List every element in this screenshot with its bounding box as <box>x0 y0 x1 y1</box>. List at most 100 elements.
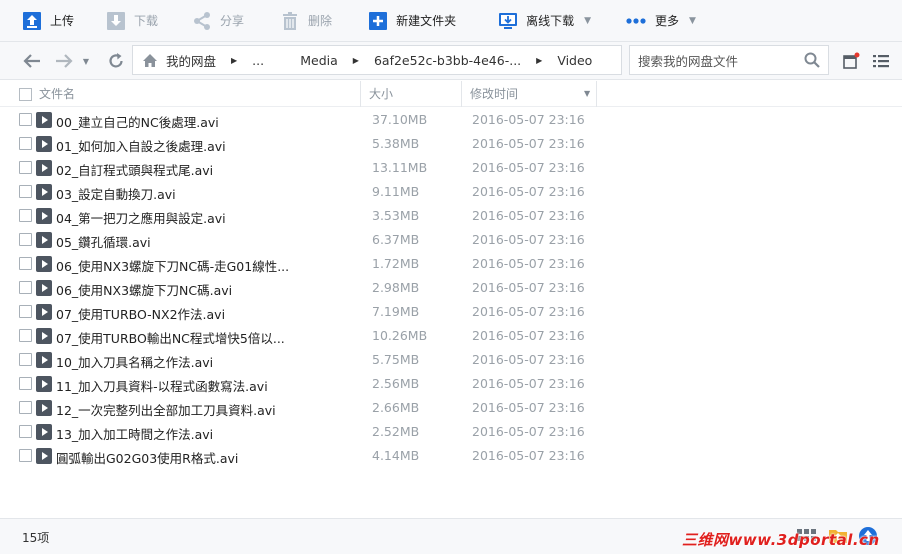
share-button[interactable]: 分享 <box>170 0 256 42</box>
row-checkbox[interactable] <box>19 257 32 270</box>
file-row[interactable]: 06_使用NX3螺旋下刀NC碼.avi 2.98MB 2016-05-07 23:1… <box>0 276 902 300</box>
file-size: 37.10MB <box>372 112 428 127</box>
file-size: 9.11MB <box>372 184 420 199</box>
file-modified-time: 2016-05-07 23:16 <box>472 136 585 151</box>
breadcrumb-item-my-drive[interactable]: 我的网盘 <box>161 51 221 70</box>
column-divider <box>461 81 462 107</box>
file-row[interactable]: 11_加入刀具資料-以程式函數寫法.avi 2.56MB 2016-05-07 23… <box>0 372 902 396</box>
video-file-icon <box>36 184 52 200</box>
column-header-size[interactable]: 大小 <box>369 81 393 107</box>
file-row[interactable]: 07_使用TURBO-NX2作法.avi 7.19MB 2016-05-07 23:… <box>0 300 902 324</box>
file-row[interactable]: 06_使用NX3螺旋下刀NC碼-走G01線性... 1.72MB 2016-05-0… <box>0 252 902 276</box>
column-divider <box>360 81 361 107</box>
column-header-name[interactable]: 文件名 <box>39 81 75 107</box>
file-name[interactable]: 11_加入刀具資料-以程式函數寫法.avi <box>56 376 268 395</box>
download-label: 下载 <box>134 14 159 28</box>
file-name[interactable]: 07_使用TURBO輸出NC程式增快5倍以... <box>56 328 285 347</box>
file-size: 1.72MB <box>372 256 420 271</box>
new-folder-label: 新建文件夹 <box>396 14 457 28</box>
file-name[interactable]: 01_如何加入自設之後處理.avi <box>56 136 226 155</box>
file-row[interactable]: 12_一次完整列出全部加工刀具資料.avi 2.66MB 2016-05-07 23… <box>0 396 902 420</box>
row-checkbox[interactable] <box>19 425 32 438</box>
file-name[interactable]: 06_使用NX3螺旋下刀NC碼-走G01線性... <box>56 256 289 275</box>
video-file-icon <box>36 376 52 392</box>
file-name[interactable]: 02_自訂程式頭與程式尾.avi <box>56 160 213 179</box>
row-checkbox[interactable] <box>19 113 32 126</box>
new-folder-icon <box>368 11 388 31</box>
delete-button[interactable]: 删除 <box>256 0 344 42</box>
column-header-modified[interactable]: 修改时间 <box>470 81 518 107</box>
video-file-icon <box>36 352 52 368</box>
breadcrumb-item-ellipsis[interactable]: ... <box>247 53 269 68</box>
select-all-checkbox[interactable] <box>19 88 32 101</box>
file-size: 3.53MB <box>372 208 420 223</box>
refresh-icon[interactable] <box>106 51 126 71</box>
file-modified-time: 2016-05-07 23:16 <box>472 256 585 271</box>
row-checkbox[interactable] <box>19 281 32 294</box>
file-row[interactable]: 10_加入刀具名稱之作法.avi 5.75MB 2016-05-07 23:16 <box>0 348 902 372</box>
row-checkbox[interactable] <box>19 233 32 246</box>
file-list-header: 文件名 大小 修改时间 ▼ <box>0 81 902 107</box>
offline-download-label: 离线下载 <box>526 14 575 28</box>
row-checkbox[interactable] <box>19 185 32 198</box>
video-file-icon <box>36 424 52 440</box>
file-name[interactable]: 03_設定自動換刀.avi <box>56 184 176 203</box>
row-checkbox[interactable] <box>19 329 32 342</box>
file-row[interactable]: 07_使用TURBO輸出NC程式增快5倍以... 10.26MB 2016-05-0… <box>0 324 902 348</box>
file-name[interactable]: 00_建立自己的NC後處理.avi <box>56 112 219 131</box>
more-icon <box>625 11 647 31</box>
file-name[interactable]: 06_使用NX3螺旋下刀NC碼.avi <box>56 280 232 299</box>
row-checkbox[interactable] <box>19 353 32 366</box>
file-row[interactable]: 05_鑽孔循環.avi 6.37MB 2016-05-07 23:16 <box>0 228 902 252</box>
more-button[interactable]: 更多 ▼ <box>603 0 708 42</box>
row-checkbox[interactable] <box>19 377 32 390</box>
file-name[interactable]: 12_一次完整列出全部加工刀具資料.avi <box>56 400 276 419</box>
list-view-icon[interactable] <box>872 51 890 71</box>
row-checkbox[interactable] <box>19 137 32 150</box>
file-row[interactable]: 04_第一把刀之應用與設定.avi 3.53MB 2016-05-07 23:16 <box>0 204 902 228</box>
file-modified-time: 2016-05-07 23:16 <box>472 352 585 367</box>
file-modified-time: 2016-05-07 23:16 <box>472 280 585 295</box>
row-checkbox[interactable] <box>19 305 32 318</box>
row-checkbox[interactable] <box>19 209 32 222</box>
video-file-icon <box>36 400 52 416</box>
breadcrumb-separator-icon: ▶ <box>231 55 238 65</box>
offline-download-button[interactable]: 离线下载 ▼ <box>468 0 603 42</box>
file-name[interactable]: 圓弧輸出G02G03使用R格式.avi <box>56 448 238 467</box>
file-row[interactable]: 03_設定自動換刀.avi 9.11MB 2016-05-07 23:16 <box>0 180 902 204</box>
home-icon[interactable] <box>139 53 161 68</box>
breadcrumb-item-video[interactable]: Video <box>552 53 597 68</box>
search-input[interactable]: 搜索我的网盘文件 <box>629 45 829 75</box>
breadcrumb-item-guid-folder[interactable]: 6af2e52c-b3bb-4e46-... <box>369 53 526 68</box>
download-button[interactable]: 下载 <box>86 0 170 42</box>
file-name[interactable]: 10_加入刀具名稱之作法.avi <box>56 352 213 371</box>
row-checkbox[interactable] <box>19 449 32 462</box>
column-divider <box>596 81 597 107</box>
file-name[interactable]: 04_第一把刀之應用與設定.avi <box>56 208 226 227</box>
new-folder-button[interactable]: 新建文件夹 <box>344 0 468 42</box>
row-checkbox[interactable] <box>19 401 32 414</box>
row-checkbox[interactable] <box>19 161 32 174</box>
upload-button[interactable]: 上传 <box>0 0 86 42</box>
back-icon[interactable] <box>22 51 42 71</box>
share-label: 分享 <box>220 14 245 28</box>
sort-dropdown-icon[interactable]: ▼ <box>584 81 590 107</box>
view-toggle-icon[interactable] <box>842 51 860 71</box>
video-file-icon <box>36 160 52 176</box>
file-row[interactable]: 圓弧輸出G02G03使用R格式.avi 4.14MB 2016-05-07 23:1… <box>0 444 902 468</box>
file-name[interactable]: 13_加入加工時間之作法.avi <box>56 424 213 443</box>
video-file-icon <box>36 448 52 464</box>
file-row[interactable]: 01_如何加入自設之後處理.avi 5.38MB 2016-05-07 23:16 <box>0 132 902 156</box>
file-row[interactable]: 02_自訂程式頭與程式尾.avi 13.11MB 2016-05-07 23:16 <box>0 156 902 180</box>
file-name[interactable]: 05_鑽孔循環.avi <box>56 232 151 251</box>
file-modified-time: 2016-05-07 23:16 <box>472 160 585 175</box>
chevron-down-icon: ▼ <box>584 15 592 26</box>
upload-icon <box>22 11 42 31</box>
breadcrumb-item-media[interactable]: Media <box>295 53 343 68</box>
history-dropdown-icon[interactable]: ▼ <box>80 51 92 71</box>
file-row[interactable]: 13_加入加工時間之作法.avi 2.52MB 2016-05-07 23:16 <box>0 420 902 444</box>
search-icon[interactable] <box>804 52 820 71</box>
forward-icon[interactable] <box>54 51 74 71</box>
file-name[interactable]: 07_使用TURBO-NX2作法.avi <box>56 304 225 323</box>
file-row[interactable]: 00_建立自己的NC後處理.avi 37.10MB 2016-05-07 23:16 <box>0 108 902 132</box>
